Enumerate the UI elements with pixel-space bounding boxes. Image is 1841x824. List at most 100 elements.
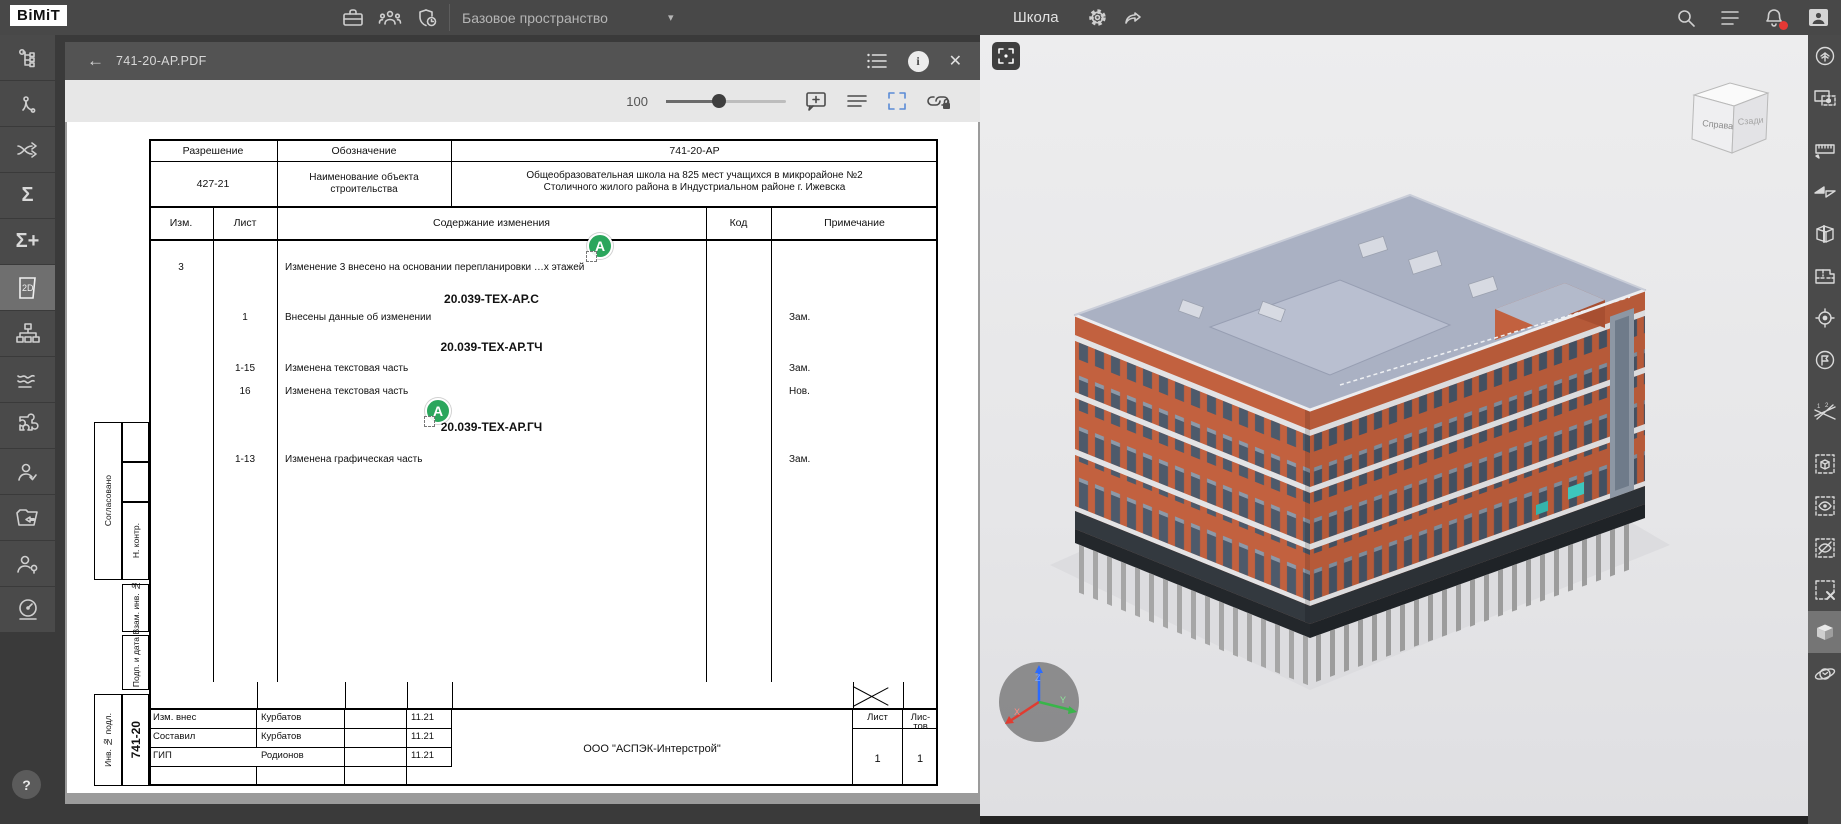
sheets-value: 1 [903, 729, 938, 786]
side-label-podp: Подп. и дата [122, 635, 149, 690]
close-icon[interactable]: ✕ [949, 51, 962, 71]
zoom-slider-thumb[interactable] [712, 94, 726, 108]
tool-show-selection[interactable] [1808, 485, 1841, 527]
tool-shaded-view[interactable] [1808, 611, 1841, 653]
side-cell [122, 422, 149, 462]
change-text: Внесены данные об изменении [285, 312, 431, 323]
title-block: Изм. внес Курбатов 11.21 ООО "АСПЭК-Инте… [149, 710, 938, 786]
sidebar-item-2d-sheet[interactable]: 2D [0, 265, 55, 310]
node-link-icon [16, 92, 40, 116]
model-viewport[interactable]: Справа Сзади Z X Y [980, 35, 1808, 816]
change-note: Зам. [789, 454, 810, 465]
info-icon[interactable]: i [908, 51, 929, 72]
search-icon[interactable] [1676, 8, 1696, 28]
zoom-slider[interactable] [666, 100, 786, 103]
tool-viewports[interactable] [1808, 77, 1841, 119]
tb-role: Изм. внес [149, 710, 257, 729]
briefcase-icon[interactable] [342, 8, 364, 28]
fullscreen-icon[interactable] [886, 90, 908, 112]
sigma-icon: Σ [21, 184, 33, 207]
share-icon[interactable] [1123, 9, 1143, 27]
axis-gizmo[interactable]: Z X Y [994, 657, 1084, 747]
annotation-lines-icon[interactable] [846, 93, 868, 109]
sidebar-item-structure-tree[interactable] [0, 35, 55, 80]
pdf-filename: 741-20-AP.PDF [116, 54, 207, 68]
sidebar-item-trend-lines[interactable] [0, 357, 55, 402]
flag-icon [1814, 349, 1836, 371]
help-button[interactable]: ? [12, 770, 41, 799]
sidebar-item-node-link[interactable] [0, 81, 55, 126]
col-izm: Изм. [149, 217, 213, 229]
tb-empty [345, 767, 407, 786]
notifications-bell-icon[interactable] [1764, 8, 1784, 28]
sidebar-item-sigma-plus[interactable]: Σ+ [0, 219, 55, 264]
change-row: 1Внесены данные об измененииЗам. [149, 312, 938, 326]
back-arrow-icon[interactable]: ← [87, 51, 104, 71]
gear-icon[interactable] [1088, 8, 1107, 27]
tool-section-box[interactable] [1808, 213, 1841, 255]
sheet-2d-icon: 2D [16, 275, 40, 301]
change-row: 20.039-ТЕХ-АР.С [149, 292, 938, 306]
team-icon[interactable] [378, 8, 402, 28]
tool-focus-target[interactable] [1808, 297, 1841, 339]
tool-hide-selection[interactable] [1808, 527, 1841, 569]
section-box-icon [1813, 223, 1837, 245]
tool-rotate-view[interactable] [1808, 653, 1841, 695]
sheet-value: 1 [853, 729, 903, 786]
sidebar-item-sigma[interactable]: Σ [0, 173, 55, 218]
change-sheet: 1-15 [213, 363, 277, 374]
sidebar-item-shuffle[interactable] [0, 127, 55, 172]
focus-frame-button[interactable] [992, 42, 1020, 70]
clear-selection-icon [1814, 579, 1836, 601]
col-kod: Код [706, 217, 771, 229]
sidebar-item-user-location[interactable] [0, 541, 55, 586]
sidebar-item-puzzle[interactable] [0, 403, 55, 448]
sidebar-item-gauge[interactable] [0, 587, 55, 632]
link-lock-icon[interactable] [926, 91, 952, 111]
tb-sign [345, 748, 407, 767]
view-cube[interactable]: Справа Сзади [1680, 73, 1780, 168]
school-building-model[interactable] [1040, 185, 1680, 745]
tool-grid-axes[interactable]: 12 [1808, 391, 1841, 433]
tb-empty [407, 767, 452, 786]
menu-list-icon[interactable] [1720, 10, 1740, 26]
profile-icon[interactable] [1808, 8, 1829, 27]
svg-text:1: 1 [1817, 404, 1821, 410]
bimit-logo[interactable]: BiMiT [10, 5, 67, 26]
axis-y-label: Y [1060, 695, 1066, 705]
sheet-label: Лист [853, 710, 903, 729]
tb-role: ГИП [149, 748, 257, 767]
annotation-marker[interactable]: A [587, 233, 613, 259]
sheets-label: Лис-тов [903, 710, 938, 729]
change-text: Изменена графическая часть [285, 454, 422, 465]
project-title: Школа [1013, 0, 1059, 35]
workspace-dropdown[interactable]: Базовое пространство ▾ [462, 0, 674, 35]
tb-sign [345, 710, 407, 729]
sidebar-item-org-chart[interactable] [0, 311, 55, 356]
change-text: Изменена текстовая часть [285, 386, 408, 397]
title-block-band [149, 682, 938, 710]
object-name-line1: Общеобразовательная школа на 825 мест уч… [453, 170, 936, 182]
tool-clear-selection[interactable] [1808, 569, 1841, 611]
sidebar-item-folder-return[interactable] [0, 495, 55, 540]
object-name-label: Наименование объекта строительства [279, 172, 449, 196]
topbar: BiMiT Базовое пространство ▾ Школа [0, 0, 1841, 35]
tool-flag[interactable] [1808, 339, 1841, 381]
tool-floor-plan[interactable] [1808, 255, 1841, 297]
sidebar-item-user-check[interactable] [0, 449, 55, 494]
comment-add-icon[interactable] [804, 90, 828, 112]
axis-z-label: Z [1035, 673, 1041, 683]
tool-isolate-selection[interactable] [1808, 443, 1841, 485]
tb-date: 11.21 [407, 710, 452, 729]
change-text: Изменение 3 внесено на основании перепла… [285, 262, 584, 273]
annotation-marker[interactable]: A [425, 398, 451, 424]
annotations-list-icon[interactable] [866, 52, 888, 70]
pdf-document-area[interactable]: Разрешение Обозначение 741-20-АР 427-21 … [65, 122, 980, 804]
change-doc-code: 20.039-ТЕХ-АР.ГЧ [277, 420, 706, 434]
puzzle-icon [15, 413, 41, 439]
tool-tree-view[interactable] [1808, 35, 1841, 77]
tool-section-flip[interactable] [1808, 171, 1841, 213]
tool-measure[interactable] [1808, 129, 1841, 171]
side-label-ncontrol: Н. контр. [122, 502, 149, 580]
shield-clock-icon[interactable] [416, 8, 438, 28]
